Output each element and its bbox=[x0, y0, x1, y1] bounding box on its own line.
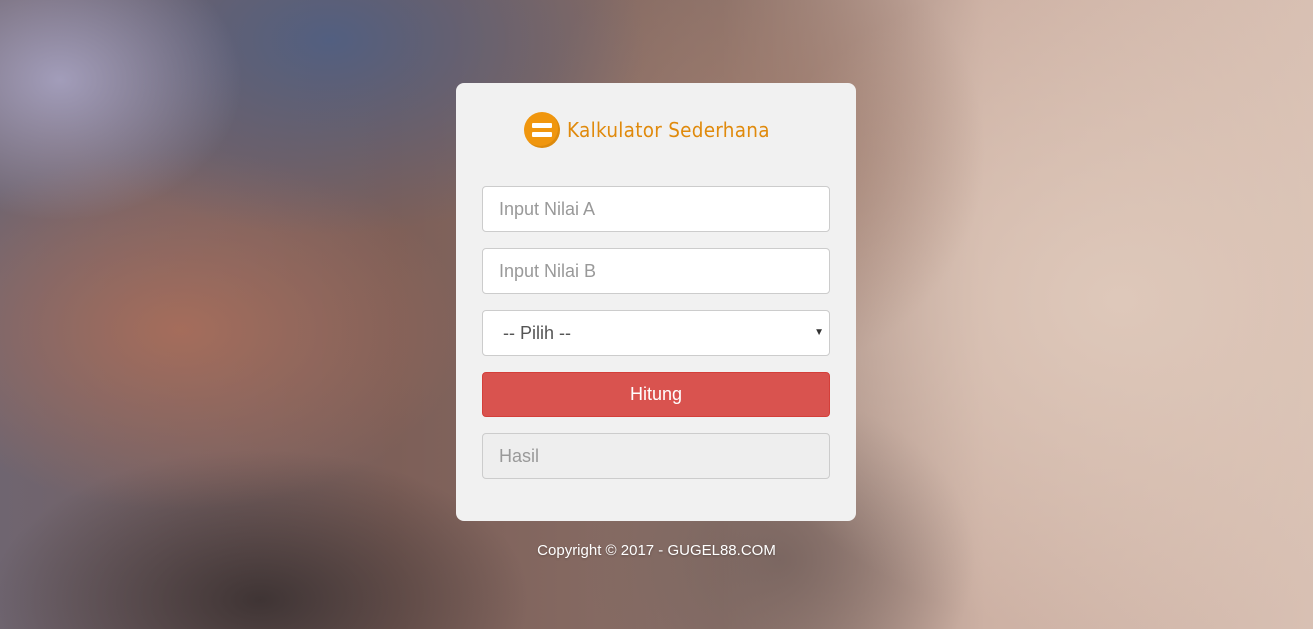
calculator-card: Kalkulator Sederhana -- Pilih -- ▼ Hitun… bbox=[456, 83, 856, 521]
app-title: Kalkulator Sederhana bbox=[567, 118, 771, 142]
equals-icon bbox=[524, 112, 561, 148]
operator-select-value: -- Pilih -- bbox=[503, 323, 571, 343]
footer-copyright: Copyright © 2017 - GUGEL88.COM bbox=[537, 542, 776, 559]
result-field bbox=[482, 433, 830, 479]
input-nilai-b[interactable] bbox=[482, 248, 830, 294]
hitung-button[interactable]: Hitung bbox=[482, 372, 830, 417]
operator-select[interactable]: -- Pilih -- ▼ bbox=[482, 310, 830, 356]
brand-header: Kalkulator Sederhana bbox=[456, 111, 856, 149]
input-nilai-a[interactable] bbox=[482, 186, 830, 232]
caret-down-icon: ▼ bbox=[814, 327, 824, 338]
